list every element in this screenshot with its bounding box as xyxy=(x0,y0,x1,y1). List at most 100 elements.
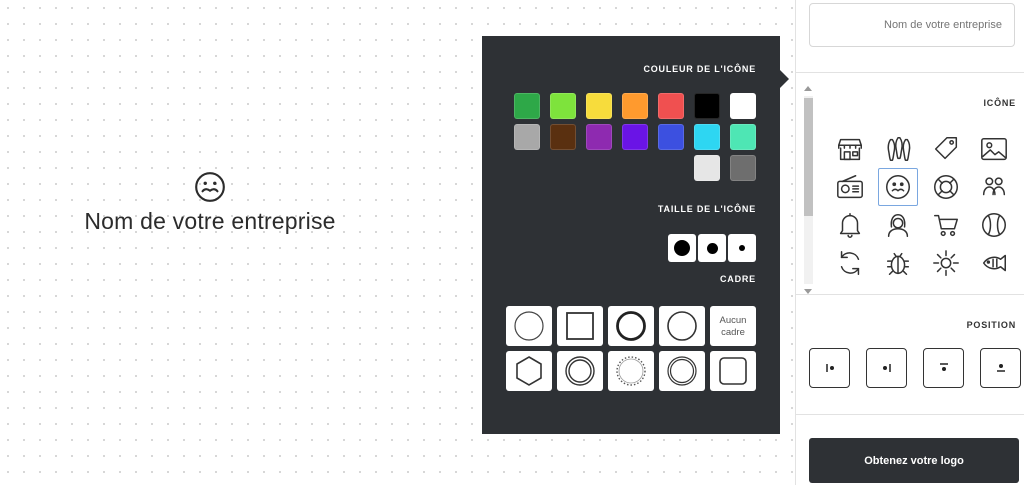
icon-size-title: TAILLE DE L'ICÔNE xyxy=(657,204,756,214)
icon-option[interactable] xyxy=(830,168,870,206)
scroll-up-icon[interactable] xyxy=(804,86,812,91)
color-swatch[interactable] xyxy=(622,124,648,150)
color-swatch-grid xyxy=(510,93,756,181)
position-middle-button[interactable] xyxy=(923,348,964,388)
icon-color-title: COULEUR DE L'ICÔNE xyxy=(643,64,756,74)
people-icon xyxy=(982,177,1006,196)
radio-icon xyxy=(837,175,863,199)
icon-grid xyxy=(834,130,1014,282)
frame-circle-double-button[interactable] xyxy=(659,351,705,391)
large-dot-icon xyxy=(674,240,690,256)
icon-option[interactable] xyxy=(926,206,966,244)
size-small-button[interactable] xyxy=(728,234,756,262)
icon-option[interactable] xyxy=(878,130,918,168)
frame-options: Aucun cadre xyxy=(506,306,756,391)
icon-option[interactable] xyxy=(926,244,966,282)
icon-style-popover: COULEUR DE L'ICÔNE TAILLE DE L'ICÔNE CAD… xyxy=(482,36,789,434)
color-swatch[interactable] xyxy=(550,124,576,150)
size-medium-button[interactable] xyxy=(698,234,726,262)
icon-list-scrollbar[interactable] xyxy=(800,86,816,294)
frame-circle-button[interactable] xyxy=(659,306,705,346)
frame-circle-bold-button[interactable] xyxy=(608,306,654,346)
divider xyxy=(796,414,1024,415)
sun-icon xyxy=(933,250,959,276)
icon-size-options xyxy=(668,234,756,262)
color-swatch[interactable] xyxy=(658,124,684,150)
icon-option[interactable] xyxy=(878,244,918,282)
mustache-face-icon xyxy=(886,175,910,199)
icon-middle-layout-icon xyxy=(939,363,948,371)
position-top-button[interactable] xyxy=(980,348,1021,388)
cart-icon xyxy=(934,214,958,237)
frame-hexagon-button[interactable] xyxy=(506,351,552,391)
frame-circle-dotted-button[interactable] xyxy=(608,351,654,391)
color-swatch[interactable] xyxy=(550,93,576,119)
frame-circle-ring-button[interactable] xyxy=(557,351,603,391)
medium-dot-icon xyxy=(706,242,718,254)
color-swatch[interactable] xyxy=(586,124,612,150)
color-swatch[interactable] xyxy=(586,93,612,119)
icon-option[interactable] xyxy=(926,130,966,168)
color-swatch[interactable] xyxy=(730,93,756,119)
frame-none-button[interactable]: Aucun cadre xyxy=(710,306,756,346)
bowling-icon xyxy=(887,137,911,161)
scroll-thumb[interactable] xyxy=(804,98,813,216)
frame-square-button[interactable] xyxy=(557,306,603,346)
company-name-input[interactable] xyxy=(809,3,1015,47)
frame-square-rounded-button[interactable] xyxy=(710,351,756,391)
icon-option-selected[interactable] xyxy=(878,168,918,206)
picture-icon xyxy=(981,137,1007,161)
editor-sidebar: ICÔNE xyxy=(795,0,1024,485)
ring-circle-frame-icon xyxy=(565,356,595,386)
icon-option[interactable] xyxy=(974,206,1014,244)
bell-icon xyxy=(839,213,861,238)
size-large-button[interactable] xyxy=(668,234,696,262)
color-swatch[interactable] xyxy=(694,93,720,119)
icon-section-title: ICÔNE xyxy=(983,98,1016,108)
rounded-square-frame-icon xyxy=(719,357,747,385)
fish-icon xyxy=(982,254,1006,272)
divider xyxy=(796,294,1024,295)
lifebuoy-icon xyxy=(934,175,958,199)
circle-thin-frame-icon xyxy=(514,311,544,341)
icon-option[interactable] xyxy=(974,168,1014,206)
color-swatch[interactable] xyxy=(658,93,684,119)
icon-option[interactable] xyxy=(830,206,870,244)
double-circle-frame-icon xyxy=(667,356,697,386)
icon-left-layout-icon xyxy=(882,364,891,372)
position-left-button[interactable] xyxy=(866,348,907,388)
frame-title: CADRE xyxy=(719,274,756,284)
company-name-preview: Nom de votre entreprise xyxy=(84,208,336,234)
icon-option[interactable] xyxy=(974,244,1014,282)
color-swatch[interactable] xyxy=(694,155,720,181)
baseball-icon xyxy=(982,213,1006,237)
get-logo-button[interactable]: Obtenez votre logo xyxy=(809,438,1019,483)
hexagon-frame-icon xyxy=(516,356,542,386)
position-right-button[interactable] xyxy=(809,348,850,388)
color-swatch[interactable] xyxy=(622,93,648,119)
square-frame-icon xyxy=(566,312,594,340)
color-swatch[interactable] xyxy=(694,124,720,150)
icon-option[interactable] xyxy=(974,130,1014,168)
icon-right-layout-icon xyxy=(825,364,834,372)
tag-icon xyxy=(934,137,958,160)
frame-circle-thin-button[interactable] xyxy=(506,306,552,346)
icon-option[interactable] xyxy=(830,244,870,282)
icon-option[interactable] xyxy=(878,206,918,244)
divider xyxy=(796,72,1024,73)
color-swatch[interactable] xyxy=(514,124,540,150)
circle-bold-frame-icon xyxy=(616,311,646,341)
woman-icon xyxy=(887,213,909,237)
refresh-icon xyxy=(840,251,860,275)
color-swatch[interactable] xyxy=(514,93,540,119)
storefront-icon xyxy=(838,138,862,161)
color-swatch[interactable] xyxy=(730,155,756,181)
small-dot-icon xyxy=(739,245,745,251)
circle-frame-icon xyxy=(667,311,697,341)
color-swatch[interactable] xyxy=(730,124,756,150)
icon-option[interactable] xyxy=(830,130,870,168)
position-section-title: POSITION xyxy=(966,320,1016,330)
bug-icon xyxy=(886,252,910,275)
icon-option[interactable] xyxy=(926,168,966,206)
icon-top-layout-icon xyxy=(996,364,1005,372)
